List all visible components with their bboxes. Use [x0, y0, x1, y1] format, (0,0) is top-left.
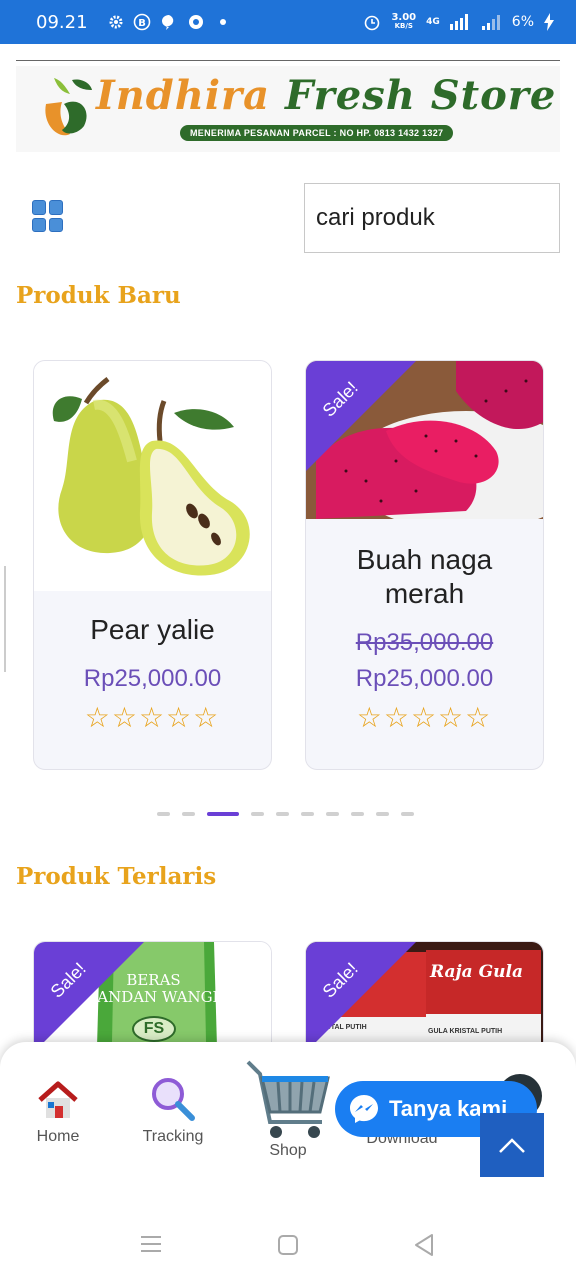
carousel-dot[interactable]: [401, 812, 414, 816]
more-notifications-dot: [219, 19, 226, 25]
home-square-icon[interactable]: [277, 1234, 299, 1256]
charging-icon: [544, 13, 554, 31]
product-name[interactable]: Pear yalie: [34, 613, 271, 647]
product-price: Rp25,000.00: [355, 665, 494, 692]
network-speed: 3.00 KB/S: [391, 13, 416, 31]
store-name-part1: Indhira: [96, 72, 271, 119]
messenger-icon: [350, 1095, 378, 1123]
carousel-dot[interactable]: [301, 812, 314, 816]
speed-unit: KB/S: [394, 22, 413, 30]
grid-cell: [49, 200, 63, 215]
store-contact-banner: MENERIMA PESANAN PARCEL : NO HP. 0813 14…: [180, 125, 454, 141]
network-type: 4G: [426, 17, 440, 27]
sale-badge-text: Sale!: [46, 958, 90, 1002]
pear-image: [52, 377, 250, 576]
nav-tracking[interactable]: Tracking: [138, 1074, 208, 1146]
shutter-icon: [188, 15, 203, 29]
status-time: 09.21: [36, 11, 88, 33]
home-icon: [38, 1081, 78, 1118]
system-navigation-bar: [0, 1202, 576, 1280]
sale-badge: Sale!: [306, 361, 416, 471]
product-price: Rp25,000.00: [83, 665, 222, 692]
product-name[interactable]: Buah naga merah: [306, 543, 543, 611]
carousel-dot[interactable]: [157, 812, 170, 816]
sale-badge: Sale!: [34, 942, 144, 1052]
grid-cell: [32, 217, 46, 232]
alarm-icon: [365, 15, 380, 31]
edge-scroll-handle[interactable]: [0, 566, 6, 672]
cart-icon: [246, 1060, 330, 1138]
back-icon[interactable]: [413, 1233, 435, 1257]
menu-icon[interactable]: [140, 1234, 162, 1254]
rating-stars: ☆☆☆☆☆: [356, 702, 493, 733]
b-icon: B: [133, 13, 150, 31]
carousel-dot[interactable]: [376, 812, 389, 816]
carousel-dot[interactable]: [276, 812, 289, 816]
gear-icon: [109, 15, 123, 29]
fruit-logo-icon: [45, 78, 92, 136]
store-name-part2: Fresh Store: [284, 72, 557, 119]
product-image-pear: [34, 361, 271, 591]
section-title-bestsellers: Produk Terlaris: [16, 863, 217, 890]
gula-label-right: GULA KRISTAL PUTIH: [428, 1028, 503, 1035]
sale-badge: Sale!: [306, 942, 416, 1052]
chat-bubble-icon: [161, 15, 173, 30]
search-placeholder: cari produk: [316, 204, 435, 231]
carousel-dot[interactable]: [207, 812, 239, 816]
sale-badge-text: Sale!: [318, 958, 362, 1002]
product-card-dragonfruit[interactable]: Sale! Buah naga merah Rp35,000.00 Rp25,0…: [305, 360, 544, 770]
store-logo[interactable]: Indhira Fresh Store MENERIMA PESANAN PAR…: [16, 66, 560, 152]
carousel-dot[interactable]: [326, 812, 339, 816]
product-card-pear[interactable]: Pear yalie Rp25,000.00 ☆☆☆☆☆: [33, 360, 272, 770]
magnifier-icon: [152, 1078, 195, 1121]
grid-cell: [49, 217, 63, 232]
header-divider: [16, 60, 560, 61]
chevron-up-icon: [499, 1138, 525, 1153]
svg-text:B: B: [138, 18, 146, 29]
search-input[interactable]: cari produk: [304, 183, 560, 253]
carousel-dot[interactable]: [182, 812, 195, 816]
product-old-price: Rp35,000.00: [355, 629, 494, 656]
status-bar: 09.21 B 3.00 KB/S 4G 6%: [0, 0, 576, 44]
battery-level: 6%: [511, 14, 534, 30]
nav-label: Shop: [269, 1142, 307, 1159]
carousel-pagination: [157, 812, 414, 816]
carousel-dot[interactable]: [351, 812, 364, 816]
signal-icon: [449, 14, 468, 30]
sale-badge-text: Sale!: [318, 377, 362, 421]
nav-label: Home: [36, 1128, 80, 1145]
scroll-to-top-button[interactable]: [480, 1113, 544, 1177]
section-title-new-products: Produk Baru: [16, 282, 181, 309]
store-name: Indhira Fresh Store: [96, 72, 556, 119]
category-grid-icon[interactable]: [32, 200, 64, 232]
status-notification-icons: B: [108, 13, 226, 31]
nav-label: Tracking: [142, 1128, 204, 1145]
grid-cell: [32, 200, 46, 215]
raja-gula-brand: Raja Gula: [430, 962, 523, 982]
nav-home[interactable]: Home: [30, 1078, 86, 1146]
rating-stars: ☆☆☆☆☆: [84, 702, 221, 733]
carousel-dot[interactable]: [251, 812, 264, 816]
speed-value: 3.00: [391, 12, 417, 23]
nav-shop[interactable]: Shop: [244, 1058, 332, 1160]
signal-weak-icon: [481, 15, 500, 30]
